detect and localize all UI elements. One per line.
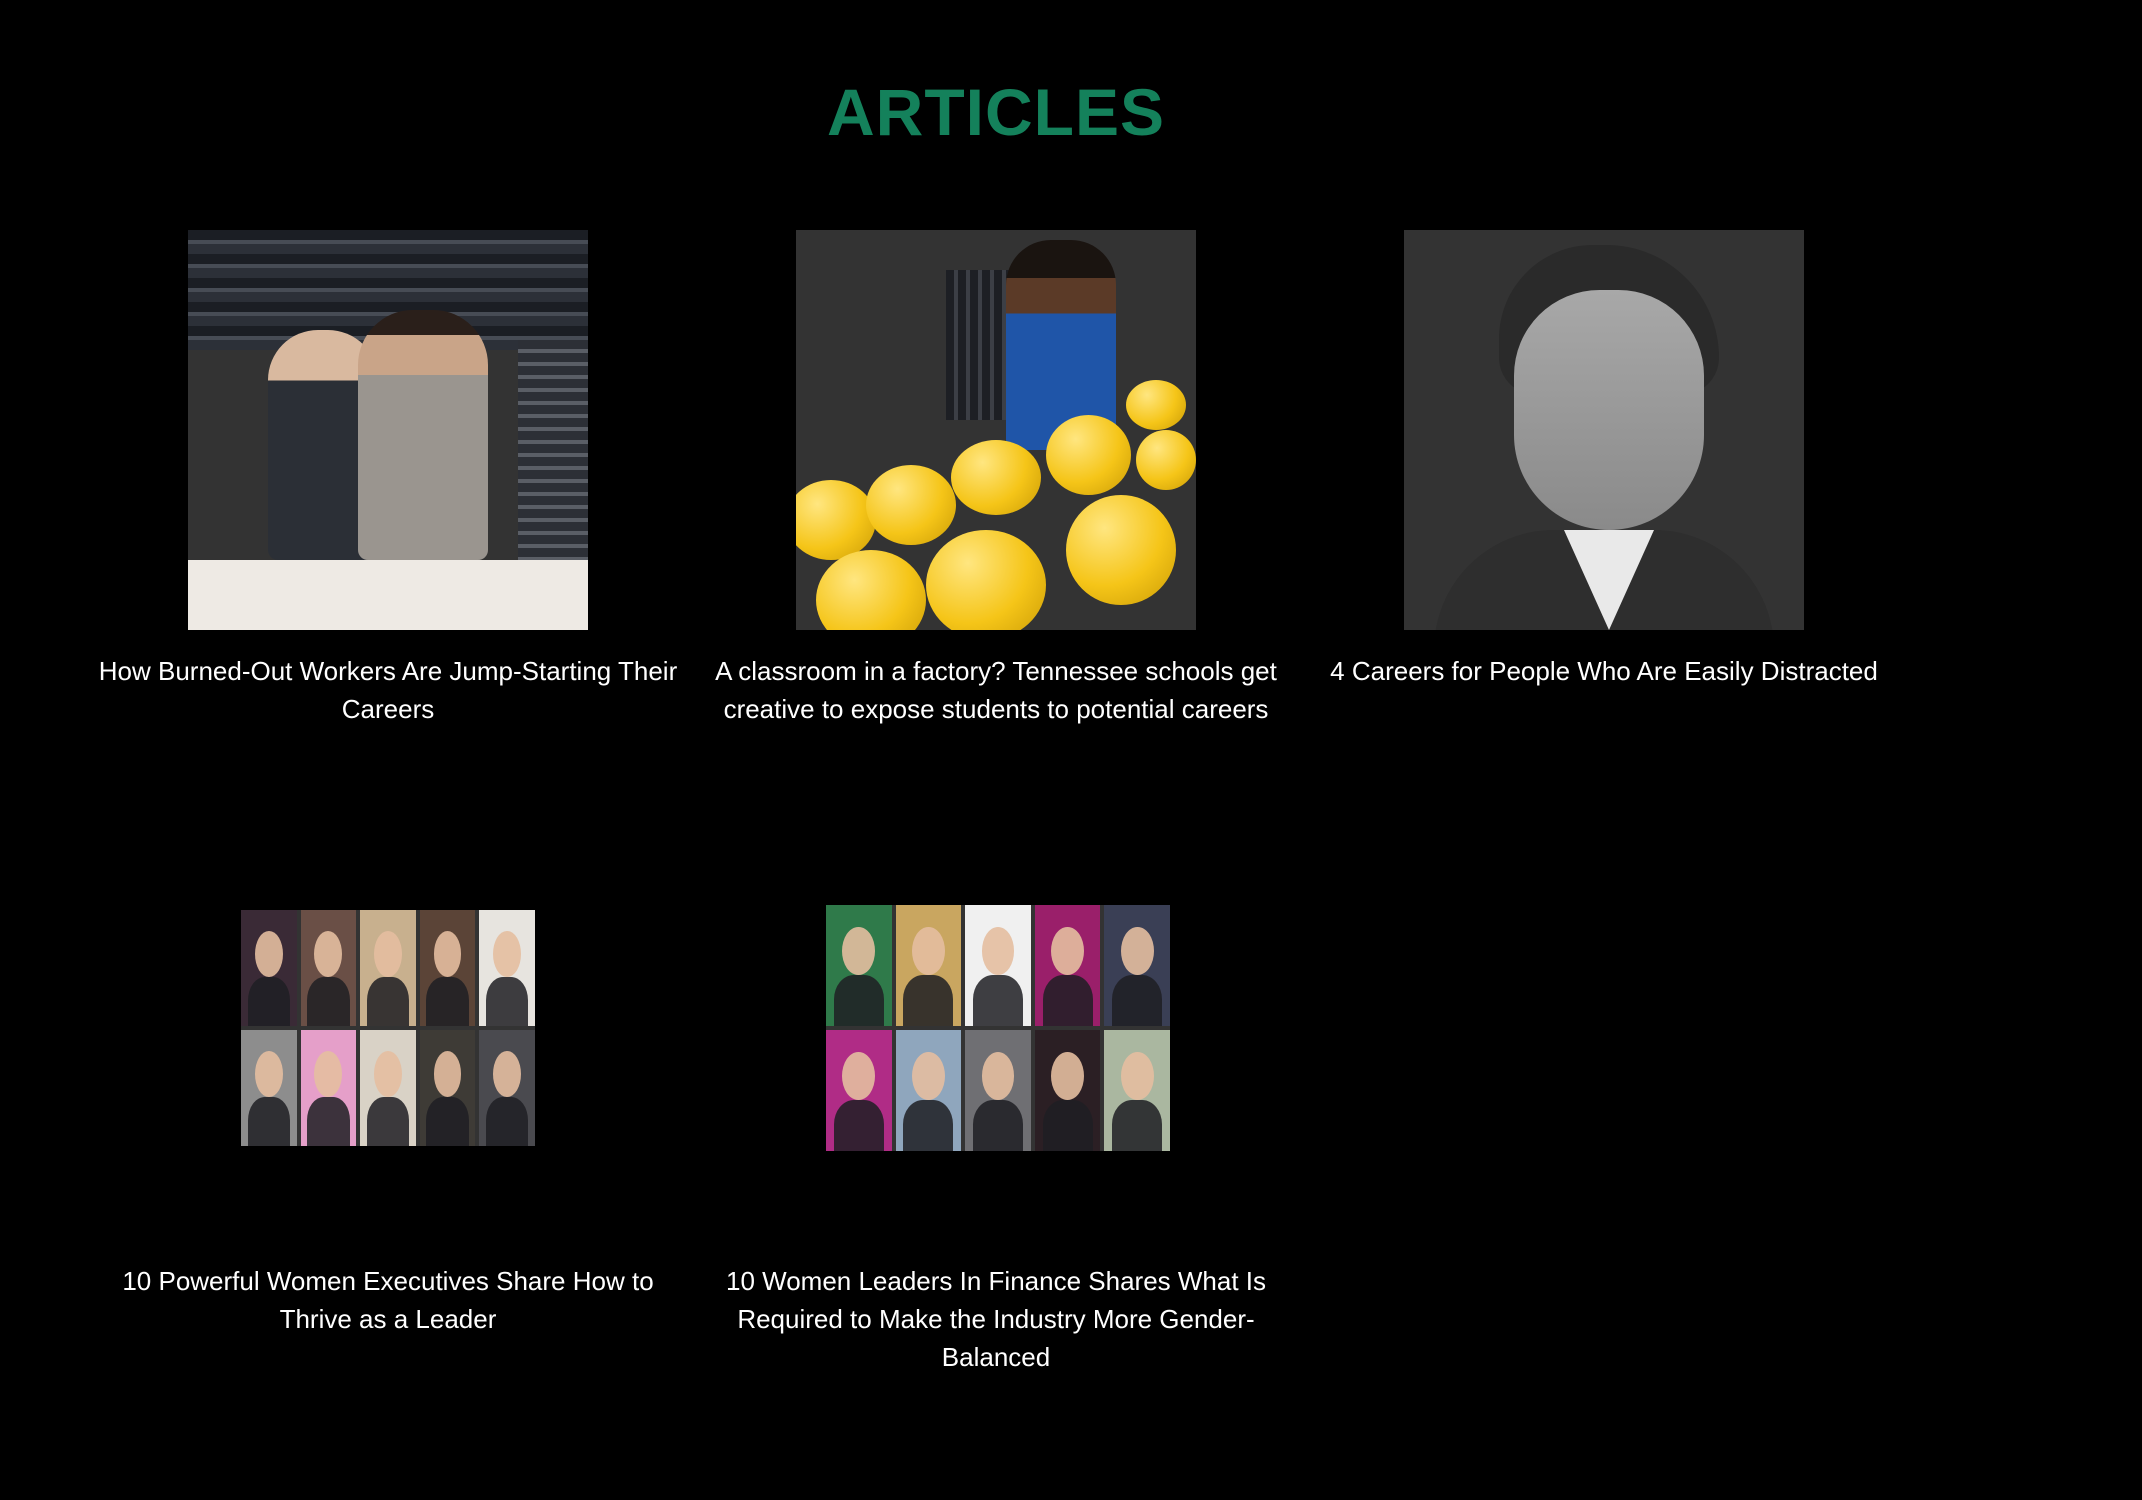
article-image[interactable] bbox=[1404, 230, 1804, 630]
article-card[interactable]: 4 Careers for People Who Are Easily Dist… bbox=[1300, 230, 1908, 750]
article-image[interactable] bbox=[796, 230, 1196, 630]
article-title-link[interactable]: How Burned-Out Workers Are Jump-Starting… bbox=[84, 652, 692, 728]
article-image[interactable] bbox=[188, 230, 588, 630]
article-title-link[interactable]: 4 Careers for People Who Are Easily Dist… bbox=[1300, 652, 1908, 690]
article-card[interactable]: 10 Women Leaders In Finance Shares What … bbox=[692, 905, 1300, 1390]
article-image[interactable] bbox=[241, 910, 535, 1146]
article-card[interactable]: How Burned-Out Workers Are Jump-Starting… bbox=[84, 230, 692, 750]
article-card[interactable]: A classroom in a factory? Tennessee scho… bbox=[692, 230, 1300, 750]
article-image[interactable] bbox=[826, 905, 1170, 1151]
article-title-link[interactable]: 10 Powerful Women Executives Share How t… bbox=[84, 1262, 692, 1338]
article-title-link[interactable]: A classroom in a factory? Tennessee scho… bbox=[692, 652, 1300, 728]
article-title-link[interactable]: 10 Women Leaders In Finance Shares What … bbox=[692, 1262, 1300, 1376]
page-title: ARTICLES bbox=[827, 75, 1165, 149]
article-card[interactable]: 10 Powerful Women Executives Share How t… bbox=[84, 910, 692, 1390]
